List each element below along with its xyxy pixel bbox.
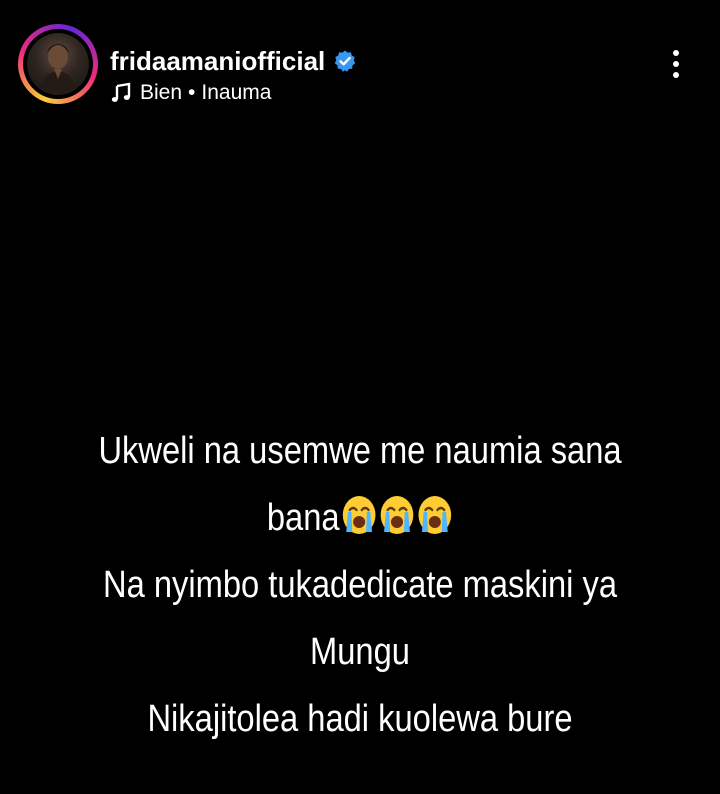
more-options-button[interactable] [658,38,694,90]
username-row: fridaamaniofficial [110,46,357,76]
caption-line-2: bana [85,485,635,552]
caption-line-5: Nikajitolea hadi kuolewa bure [147,698,573,740]
loudly-crying-face-icon [418,496,452,534]
story-caption: Ukweli na usemwe me naumia sana bana Na … [85,418,635,753]
music-song: Inauma [201,81,272,104]
more-vertical-icon [673,50,679,56]
verified-badge-icon [335,50,356,72]
music-separator: • [188,81,196,104]
story-header: fridaamaniofficial Bien • Inauma [18,20,702,104]
avatar [27,33,89,95]
caption-line-4: Mungu [310,631,410,673]
loudly-crying-face-icon [343,496,376,534]
caption-line-2-text: bana [266,497,340,539]
story-viewer: fridaamaniofficial Bien • Inauma Ukweli … [0,0,720,794]
music-artist: Bien [140,81,183,104]
music-note-icon [111,82,131,102]
loudly-crying-face-icon [380,496,414,534]
caption-line-1: Ukweli na usemwe me naumia sana [98,430,622,472]
avatar-ring[interactable] [18,24,98,104]
music-attribution[interactable]: Bien • Inauma [110,80,271,106]
caption-line-3: Na nyimbo tukadedicate maskini ya [102,564,618,606]
username[interactable]: fridaamaniofficial [110,46,325,76]
